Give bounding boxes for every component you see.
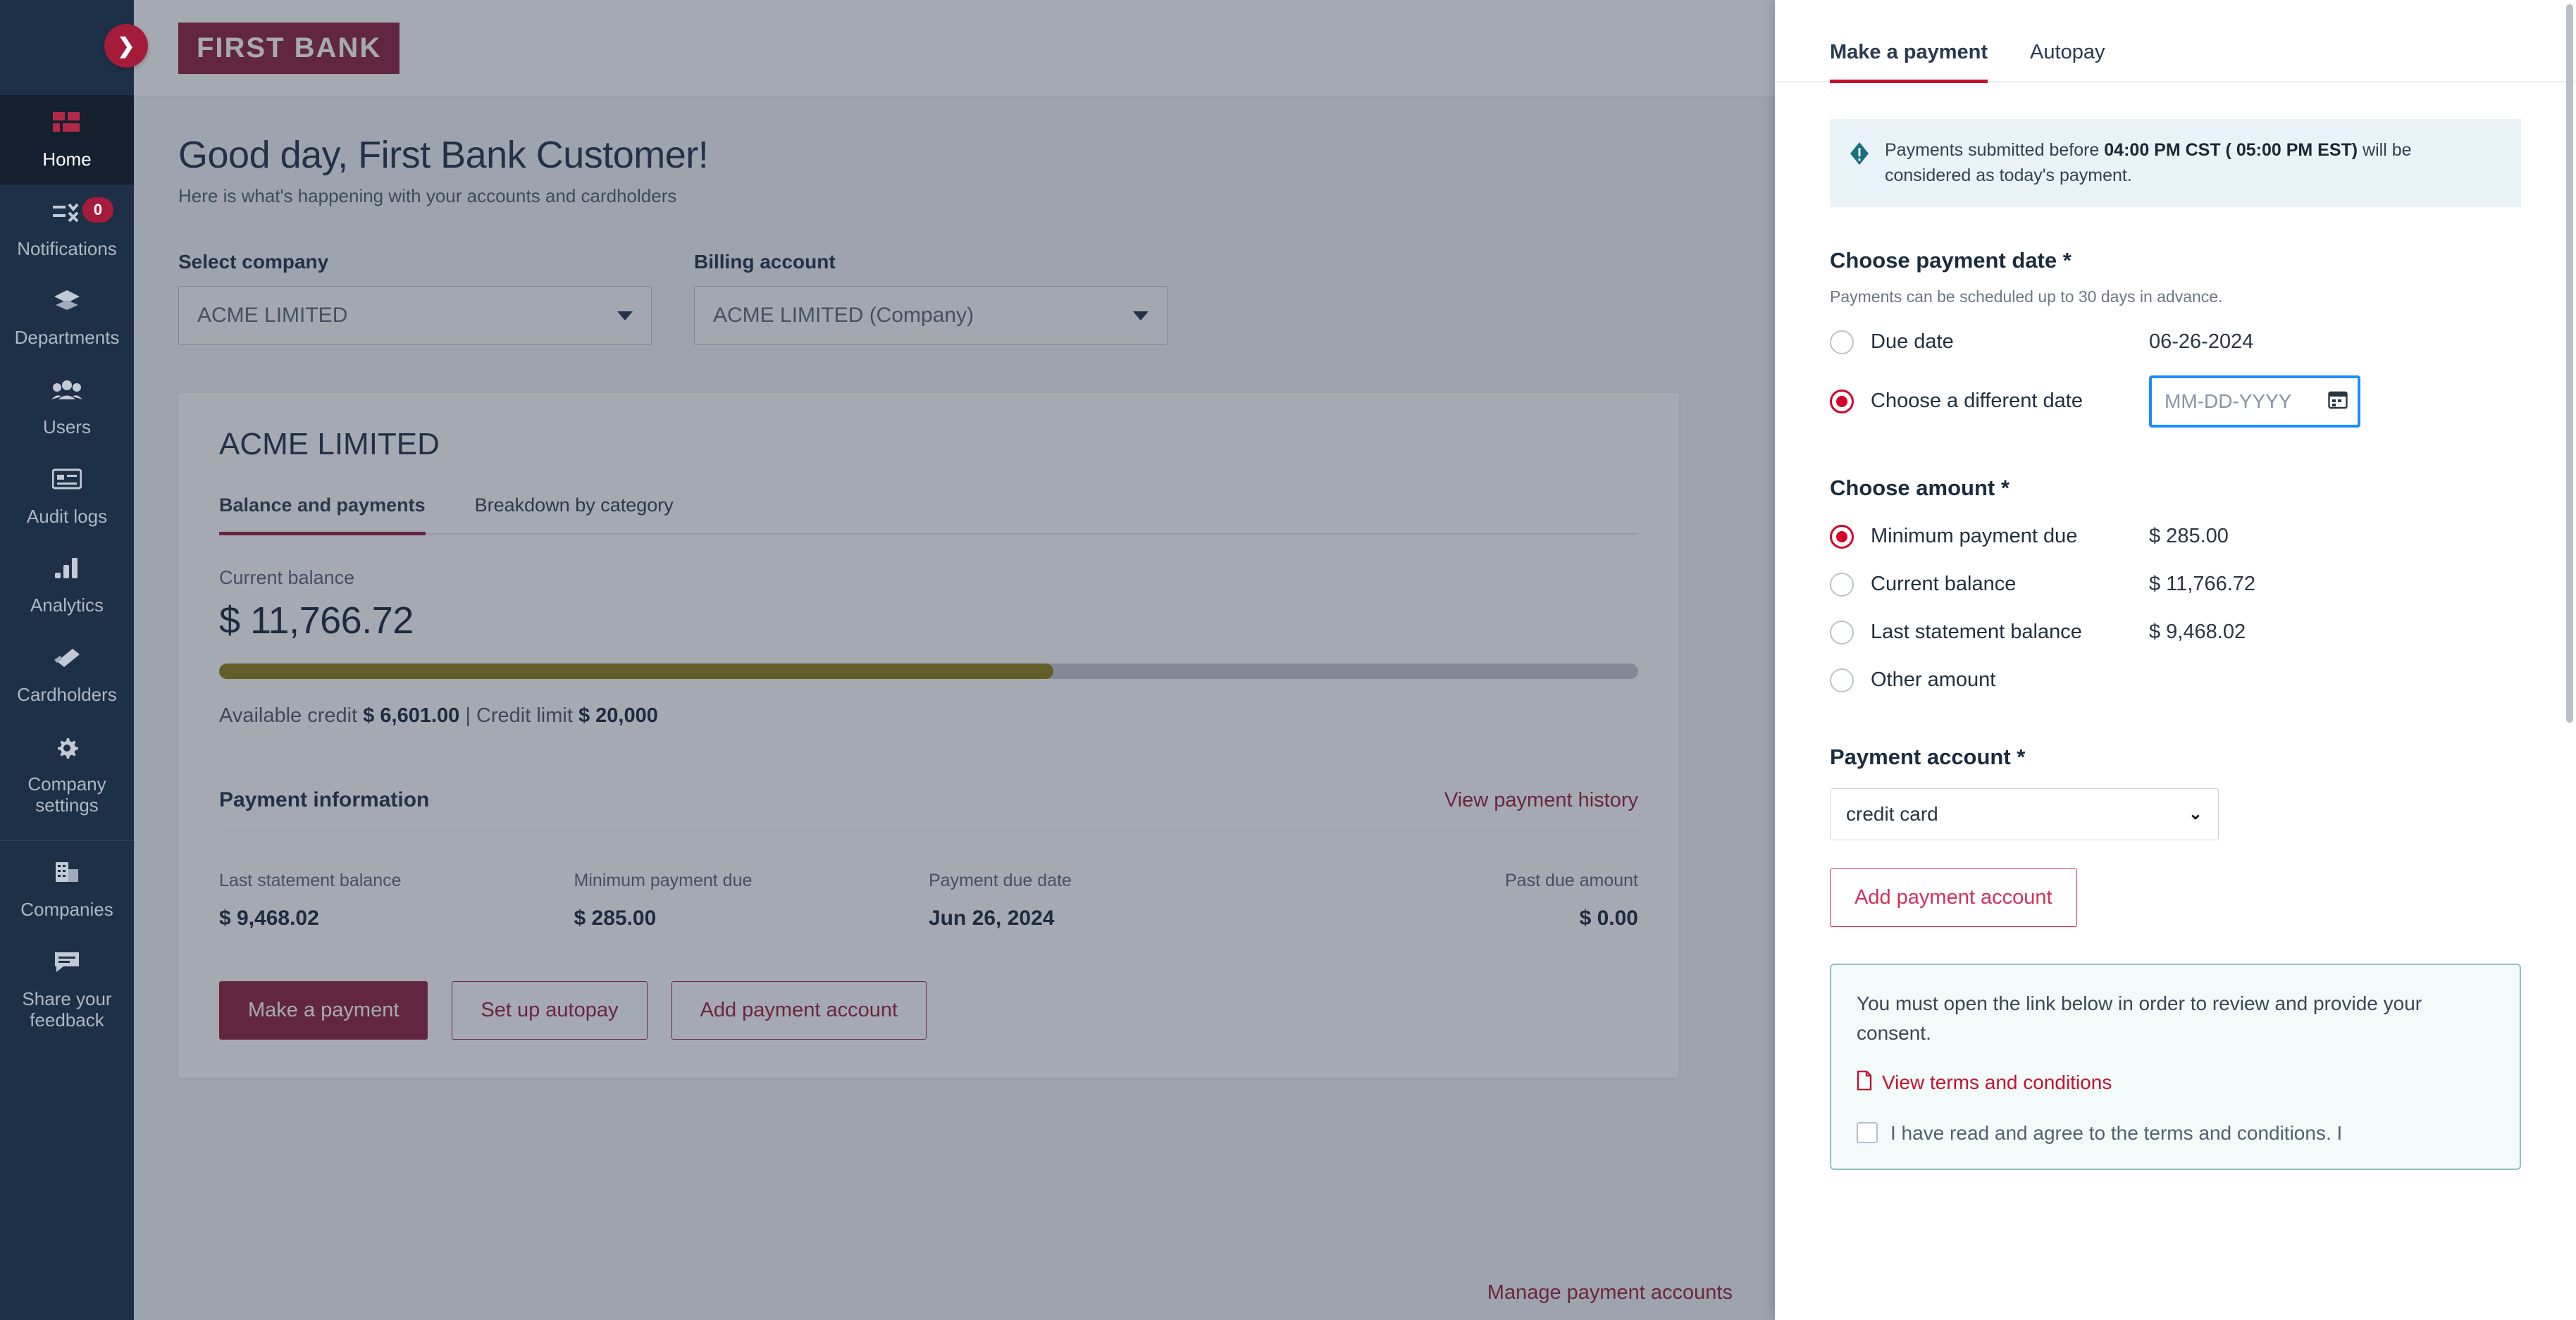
tab-make-a-payment[interactable]: Make a payment (1830, 41, 1988, 83)
terms-and-conditions-box: You must open the link below in order to… (1830, 963, 2521, 1171)
radio-other-amount-label: Other amount (1871, 668, 1996, 691)
radio-due-date[interactable] (1830, 330, 1854, 354)
radio-current-balance[interactable] (1830, 572, 1854, 597)
sidebar-expand-toggle[interactable]: ❯ (104, 24, 148, 68)
bar-chart-icon (4, 556, 130, 587)
feedback-chat-icon (4, 950, 130, 981)
left-sidebar: Home 0 Notifications Departments Users A… (0, 0, 134, 1320)
notice-prefix: Payments submitted before (1885, 140, 2105, 160)
last-statement-balance-value: $ 9,468.02 (2149, 621, 2246, 643)
sidebar-item-label: Users (43, 416, 91, 438)
notifications-badge: 0 (82, 197, 113, 223)
users-group-icon (4, 378, 130, 409)
sidebar-item-companies[interactable]: Companies (0, 845, 134, 935)
payment-date-placeholder: MM-DD-YYYY (2165, 390, 2292, 412)
card-icon (4, 646, 130, 677)
layers-icon (4, 289, 130, 320)
sidebar-item-label: Analytics (30, 594, 104, 616)
calendar-icon[interactable] (2328, 390, 2348, 413)
sidebar-item-label: Notifications (17, 237, 117, 259)
sidebar-item-label: Home (42, 149, 92, 170)
choose-amount-section: Choose amount * Minimum payment due $ 28… (1830, 475, 2521, 692)
payment-account-select[interactable]: credit card ⌄ (1830, 787, 2219, 840)
sidebar-item-company-settings[interactable]: Company settings (0, 720, 134, 830)
sidebar-item-label: Companies (20, 899, 113, 921)
amount-option-minimum-payment-due[interactable]: Minimum payment due $ 285.00 (1830, 524, 2521, 549)
sidebar-item-label: Audit logs (26, 505, 108, 527)
terms-message: You must open the link below in order to… (1857, 992, 2422, 1044)
radio-minimum-payment-due-label: Minimum payment due (1871, 525, 2078, 547)
terms-link-text: View terms and conditions (1882, 1071, 2112, 1093)
radio-minimum-payment-due[interactable] (1830, 524, 1854, 549)
make-payment-panel: Make a payment Autopay Payments submitte… (1775, 0, 2576, 1320)
sidebar-item-audit-logs[interactable]: Audit logs (0, 452, 134, 542)
tab-autopay[interactable]: Autopay (2030, 41, 2105, 81)
sidebar-item-users[interactable]: Users (0, 363, 134, 452)
gear-icon (4, 735, 130, 766)
sidebar-item-home[interactable]: Home (0, 95, 134, 185)
sidebar-item-label: Share your feedback (22, 988, 112, 1031)
sidebar-item-cardholders[interactable]: Cardholders (0, 630, 134, 720)
payment-account-section: Payment account * credit card ⌄ Add paym… (1830, 745, 2521, 927)
chevron-down-icon: ⌄ (2188, 804, 2203, 823)
payment-date-option-different-date[interactable]: Choose a different date MM-DD-YYYY (1830, 375, 2521, 428)
choose-payment-date-section: Choose payment date * Payments can be sc… (1830, 248, 2521, 428)
main-content: FIRST BANK Good day, First Bank Customer… (134, 0, 1775, 1320)
modal-backdrop-overlay[interactable] (134, 0, 1775, 1320)
dashboard-grid-icon (4, 111, 130, 142)
view-terms-and-conditions-link[interactable]: View terms and conditions (1857, 1070, 2494, 1095)
radio-current-balance-label: Current balance (1871, 573, 2017, 595)
sidebar-item-share-feedback[interactable]: Share your feedback (0, 935, 134, 1045)
notice-bold-time: 04:00 PM CST ( 05:00 PM EST) (2104, 140, 2358, 160)
panel-tabs: Make a payment Autopay (1775, 0, 2576, 83)
sidebar-divider (0, 840, 134, 842)
sidebar-item-label: Cardholders (17, 684, 117, 706)
amount-option-other-amount[interactable]: Other amount (1830, 668, 2521, 692)
sidebar-item-label: Company settings (27, 773, 106, 816)
sidebar-item-notifications[interactable]: 0 Notifications (0, 185, 134, 274)
payment-date-input[interactable]: MM-DD-YYYY (2149, 375, 2360, 428)
choose-amount-title: Choose amount * (1830, 475, 2010, 500)
building-icon (4, 861, 130, 892)
radio-choose-different-date[interactable] (1830, 389, 1854, 413)
payment-account-title: Payment account * (1830, 744, 2026, 769)
document-icon (1857, 1070, 1872, 1095)
radio-different-date-label: Choose a different date (1871, 390, 2083, 412)
current-balance-amount-value: $ 11,766.72 (2149, 573, 2256, 595)
radio-other-amount[interactable] (1830, 668, 1854, 692)
radio-due-date-label: Due date (1871, 330, 1954, 353)
sidebar-item-label: Departments (14, 327, 120, 349)
cutoff-notice-text: Payments submitted before 04:00 PM CST (… (1885, 137, 2500, 189)
radio-last-statement-balance[interactable] (1830, 620, 1854, 645)
panel-scrollbar[interactable] (2566, 4, 2573, 723)
cutoff-time-notice: Payments submitted before 04:00 PM CST (… (1830, 119, 2521, 207)
terms-consent-label: I have read and agree to the terms and c… (1890, 1121, 2343, 1144)
minimum-payment-due-value: $ 285.00 (2149, 525, 2229, 547)
info-alert-icon (1850, 142, 1869, 169)
amount-option-last-statement-balance[interactable]: Last statement balance $ 9,468.02 (1830, 620, 2521, 645)
chevron-right-icon: ❯ (117, 34, 135, 58)
choose-payment-date-hint: Payments can be scheduled up to 30 days … (1830, 287, 2223, 306)
sidebar-item-analytics[interactable]: Analytics (0, 541, 134, 630)
payment-account-selected-value: credit card (1846, 802, 1938, 825)
sidebar-item-departments[interactable]: Departments (0, 273, 134, 363)
panel-add-payment-account-button[interactable]: Add payment account (1830, 868, 2077, 927)
terms-consent-checkbox[interactable] (1857, 1121, 1878, 1143)
audit-log-icon (4, 468, 130, 499)
terms-consent-row[interactable]: I have read and agree to the terms and c… (1857, 1119, 2494, 1148)
radio-last-statement-balance-label: Last statement balance (1871, 621, 2082, 643)
notifications-list-icon: 0 (4, 197, 130, 231)
due-date-value: 06-26-2024 (2149, 330, 2254, 353)
amount-option-current-balance[interactable]: Current balance $ 11,766.72 (1830, 572, 2521, 597)
choose-payment-date-title: Choose payment date * (1830, 247, 2072, 273)
payment-date-option-due-date[interactable]: Due date 06-26-2024 (1830, 330, 2521, 354)
app-root: Home 0 Notifications Departments Users A… (0, 0, 2576, 1320)
